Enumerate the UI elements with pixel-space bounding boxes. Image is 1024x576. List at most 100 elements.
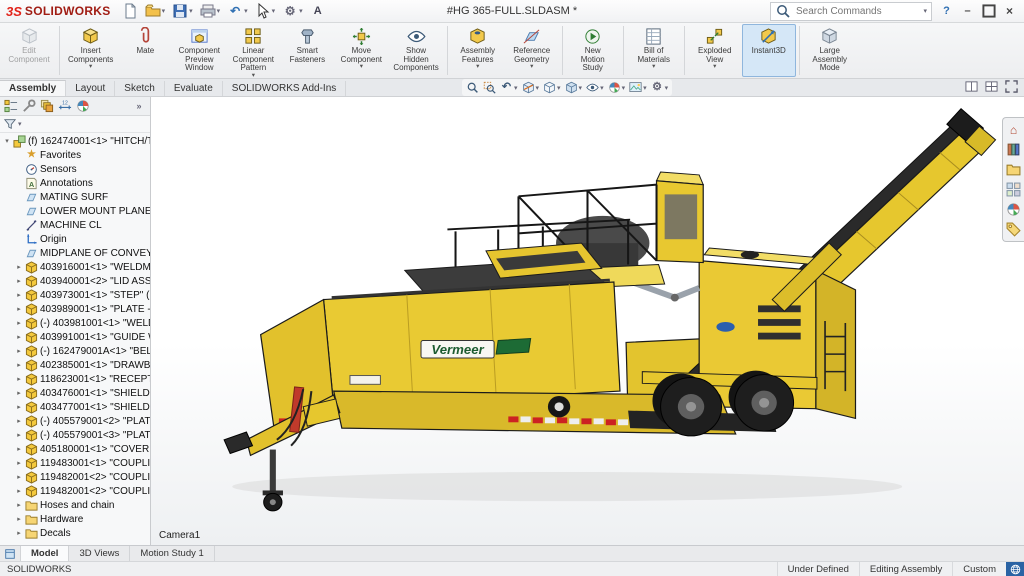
tabs-overflow-tab[interactable]: »	[131, 98, 147, 114]
tab-layout[interactable]: Layout	[66, 81, 115, 96]
view-orientation-button[interactable]: ▾	[542, 81, 562, 94]
expand-arrow-icon[interactable]: ▸	[15, 515, 23, 523]
tab-assembly[interactable]: Assembly	[0, 80, 66, 96]
filter-funnel-icon[interactable]	[4, 118, 16, 130]
bill-of-materials-button[interactable]: Bill of Materials▾	[627, 24, 681, 77]
tree-item[interactable]: MIDPLANE OF CONVEYOR	[0, 246, 150, 260]
view-settings-button[interactable]: ⚙▾	[650, 81, 670, 94]
bottom-tab-model[interactable]: Model	[21, 546, 69, 561]
web-help-button[interactable]	[1006, 562, 1024, 576]
expand-arrow-icon[interactable]: ▸	[15, 361, 23, 369]
tree-item[interactable]: ▸119483001<1> "COUPLING...	[0, 456, 150, 470]
tree-item[interactable]: ▸(-) 162479001A<1> "BELT F...	[0, 344, 150, 358]
insert-components-button[interactable]: Insert Components▾	[63, 24, 118, 77]
featuremanager-tab[interactable]	[3, 98, 19, 114]
expand-arrow-icon[interactable]: ▸	[15, 333, 23, 341]
expand-arrow-icon[interactable]: ▸	[15, 319, 23, 327]
expand-arrow-icon[interactable]: ▸	[15, 529, 23, 537]
expand-arrow-icon[interactable]: ▸	[15, 431, 23, 439]
configurationmanager-tab[interactable]	[39, 98, 55, 114]
tree-item[interactable]: ▸403991001<1> "GUIDE WEL...	[0, 330, 150, 344]
expand-arrow-icon[interactable]: ▸	[15, 417, 23, 425]
edit-appearance-button[interactable]: ▾	[607, 81, 627, 94]
tree-item[interactable]: MACHINE CL	[0, 218, 150, 232]
previous-view-button[interactable]: ↶▾	[499, 81, 519, 94]
hide-show-items-button[interactable]: ▾	[585, 81, 605, 94]
search-input[interactable]	[794, 5, 920, 18]
appearances-button[interactable]	[1006, 202, 1021, 217]
propertymanager-tab[interactable]	[21, 98, 37, 114]
smart-fasteners-button[interactable]: Smart Fasteners	[280, 24, 334, 77]
minimize-button[interactable]: –	[957, 2, 978, 20]
tree-item[interactable]: MATING SURF	[0, 190, 150, 204]
tree-item[interactable]: ▸(-) 405579001<2> "PLATE -...	[0, 414, 150, 428]
tree-item[interactable]: AAnnotations	[0, 176, 150, 190]
expand-arrow-icon[interactable]: ▸	[15, 277, 23, 285]
expand-arrow-icon[interactable]: ▸	[15, 501, 23, 509]
expand-arrow-icon[interactable]: ▸	[15, 305, 23, 313]
section-view-button[interactable]: ▾	[521, 81, 541, 94]
large-assembly-mode-button[interactable]: Large Assembly Mode	[803, 24, 857, 77]
close-button[interactable]: ×	[999, 2, 1020, 20]
tree-item[interactable]: ▸405180001<1> "COVER - W...	[0, 442, 150, 456]
tree-item[interactable]: ▸403476001<1> "SHIELD - A...	[0, 386, 150, 400]
expand-arrow-icon[interactable]: ▸	[15, 291, 23, 299]
move-component-button[interactable]: Move Component▾	[334, 24, 388, 77]
tree-item[interactable]: ▸119482001<2> "COUPLING...	[0, 470, 150, 484]
exploded-view-button[interactable]: Exploded View▾	[688, 24, 742, 77]
tree-item[interactable]: ▸(-) 403981001<1> "WELDM...	[0, 316, 150, 330]
reference-geometry-button[interactable]: Reference Geometry▾	[505, 24, 559, 77]
tree-item[interactable]: Sensors	[0, 162, 150, 176]
show-hidden-components-button[interactable]: Show Hidden Components	[388, 24, 443, 77]
new-document-button[interactable]	[119, 2, 141, 20]
solidworks-resources-button[interactable]: ⌂	[1006, 122, 1021, 137]
tree-item[interactable]: ▸118623001<1> "RECEPTAC...	[0, 372, 150, 386]
assembly-features-button[interactable]: Assembly Features▾	[451, 24, 505, 77]
print-button[interactable]: ▾	[197, 2, 224, 20]
expand-arrow-icon[interactable]: ▸	[15, 473, 23, 481]
displaymanager-tab[interactable]	[75, 98, 91, 114]
tree-item[interactable]: ▸Decals	[0, 526, 150, 540]
expand-arrow-icon[interactable]: ▸	[15, 459, 23, 467]
pane-split-button[interactable]	[965, 80, 978, 96]
expand-arrow-icon[interactable]: ▸	[15, 403, 23, 411]
apply-scene-button[interactable]: ▾	[628, 81, 648, 94]
linear-component-pattern-button[interactable]: Linear Component Pattern▾	[226, 24, 280, 77]
tree-item[interactable]: LOWER MOUNT PLANE	[0, 204, 150, 218]
tree-item[interactable]: ▸403477001<1> "SHIELD - A...	[0, 400, 150, 414]
file-explorer-button[interactable]	[1006, 162, 1021, 177]
options-gear-button[interactable]: ⚙▾	[279, 2, 306, 20]
design-library-button[interactable]	[1006, 142, 1021, 157]
expand-arrow-icon[interactable]: ▸	[15, 375, 23, 383]
expand-arrow-icon[interactable]: ▸	[15, 445, 23, 453]
new-motion-study-button[interactable]: New Motion Study	[566, 24, 620, 77]
search-dropdown-icon[interactable]: ▾	[923, 7, 927, 15]
statusbar-units[interactable]: Custom	[952, 562, 1006, 576]
custom-properties-button[interactable]	[1006, 222, 1021, 237]
tree-item[interactable]: ▸119482001<2> "COUPLING...	[0, 484, 150, 498]
tree-item[interactable]: ▸Hoses and chain	[0, 498, 150, 512]
tree-item[interactable]: ▸403916001<1> "WELDMEN...	[0, 260, 150, 274]
display-style-button[interactable]: ▾	[564, 81, 584, 94]
tab-solidworks-add-ins[interactable]: SOLIDWORKS Add-Ins	[223, 81, 346, 96]
maximize-button[interactable]	[978, 2, 999, 20]
tab-sketch[interactable]: Sketch	[115, 81, 165, 96]
tree-item[interactable]: ▸403940001<2> "LID ASSY, H...	[0, 274, 150, 288]
graphics-area[interactable]: Vermeer Camera1 ⌂	[151, 97, 1024, 545]
undo-button[interactable]: ↶▾	[224, 2, 251, 20]
expand-arrow-icon[interactable]: ▸	[15, 347, 23, 355]
zoom-fit-button[interactable]	[465, 81, 480, 94]
open-button[interactable]: ▾	[142, 2, 169, 20]
expand-arrow-icon[interactable]: ▸	[15, 389, 23, 397]
view-palette-button[interactable]	[1006, 182, 1021, 197]
tree-item[interactable]: ▸403973001<1> "STEP" (Def...	[0, 288, 150, 302]
tree-item[interactable]: ▸403989001<1> "PLATE - HO...	[0, 302, 150, 316]
filter-dropdown-icon[interactable]: ▾	[18, 120, 22, 128]
tree-item[interactable]: ▸(-) 405579001<3> "PLATE -...	[0, 428, 150, 442]
bottom-tab-3d-views[interactable]: 3D Views	[69, 546, 130, 561]
expand-arrow-icon[interactable]: ▾	[3, 137, 11, 145]
dimxpertmanager-tab[interactable]: 12	[57, 98, 73, 114]
save-button[interactable]: ▾	[169, 2, 196, 20]
bottom-tab-motion-study-1[interactable]: Motion Study 1	[130, 546, 214, 561]
tree-item[interactable]: Origin	[0, 232, 150, 246]
